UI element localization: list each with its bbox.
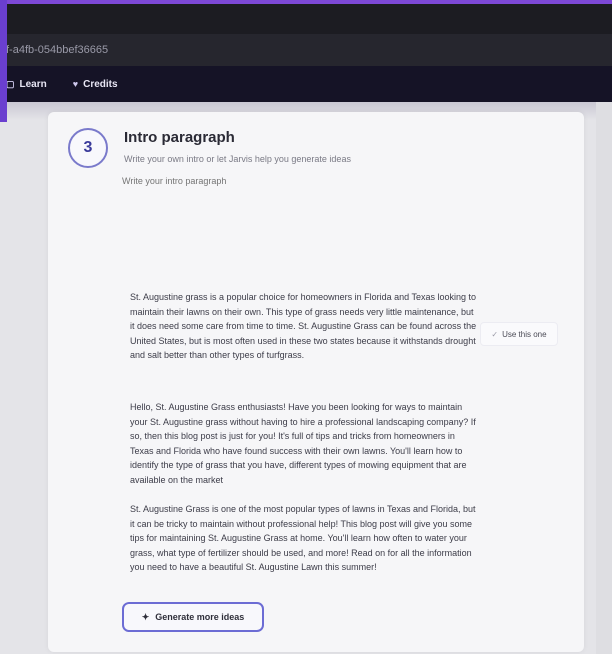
nav-item-label: Learn [19, 78, 47, 90]
generate-more-label: Generate more ideas [155, 612, 245, 622]
section-title: Intro paragraph [124, 129, 235, 146]
step-number-badge: 3 [68, 128, 108, 168]
idea-option[interactable]: St. Augustine Grass is one of the most p… [130, 502, 478, 575]
brand-accent-bar [0, 0, 7, 122]
generate-more-ideas-button[interactable]: ✦ Generate more ideas [122, 602, 264, 632]
right-gutter [596, 102, 612, 654]
use-this-one-label: Use this one [502, 329, 547, 339]
url-text: f-a4fb-054bbef36665 [6, 44, 109, 56]
heart-icon: ♥ [72, 79, 79, 89]
intro-input[interactable] [118, 176, 536, 276]
check-icon: ✓ [491, 329, 499, 339]
nav-item-learn[interactable]: ▢ Learn [6, 79, 47, 90]
book-icon: ▢ [6, 78, 15, 89]
idea-option[interactable]: Hello, St. Augustine Grass enthusiasts! … [130, 400, 478, 488]
app-nav: ▢ Learn ♥ Credits [0, 66, 612, 102]
screen: f-a4fb-054bbef36665 ▢ Learn ♥ Credits 3 … [0, 0, 612, 654]
intro-paragraph-card: 3 Intro paragraph Write your own intro o… [48, 112, 584, 652]
nav-item-credits[interactable]: ♥ Credits [73, 79, 118, 90]
section-subtitle: Write your own intro or let Jarvis help … [124, 154, 351, 164]
idea-option[interactable]: St. Augustine grass is a popular choice … [130, 290, 478, 363]
use-this-one-button[interactable]: ✓ Use this one [480, 322, 558, 346]
address-bar[interactable]: f-a4fb-054bbef36665 [0, 34, 612, 66]
browser-titlebar [0, 0, 612, 34]
nav-item-label: Credits [83, 78, 118, 90]
sparkle-icon: ✦ [141, 611, 150, 622]
